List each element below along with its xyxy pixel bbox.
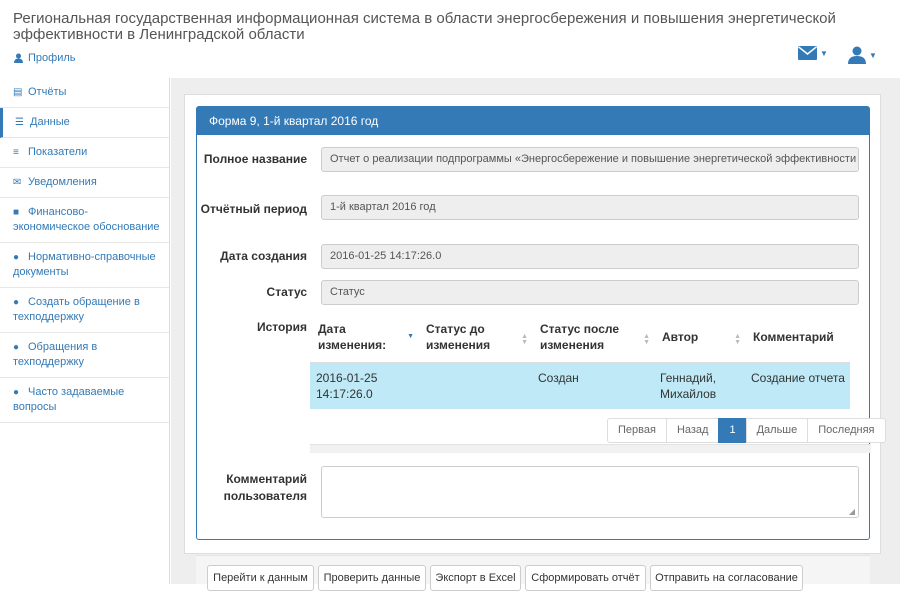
period-label: Отчётный период (200, 202, 307, 216)
table-row[interactable]: 2016-01-25 14:17:26.0 Создан Геннадий, М… (310, 363, 850, 409)
status-field[interactable]: Статус (321, 280, 859, 305)
period-field: 1-й квартал 2016 год (321, 195, 859, 220)
col-comment[interactable]: Комментарий (745, 312, 850, 364)
history-label: История (256, 320, 307, 334)
sort-icon: ▲ ▼ (734, 333, 741, 346)
user-icon (14, 53, 23, 63)
sidebar-item-indicators[interactable]: ≡ Показатели (0, 138, 169, 168)
action-button-bar: Перейти к данным Проверить данные Экспор… (196, 555, 870, 591)
report-form-panel: Форма 9, 1-й квартал 2016 год Полное наз… (196, 106, 886, 540)
sidebar-item-reports[interactable]: ▤ Отчёты (0, 78, 169, 108)
status-label: Статус (266, 285, 307, 299)
app-header: Региональная государственная информацион… (0, 0, 900, 78)
resize-grip-icon[interactable]: ◢ (849, 507, 855, 516)
sidebar-item-tickets[interactable]: ● Обращения в техподдержку (0, 333, 169, 378)
full-name-field: Отчет о реализации подпрограммы «Энергос… (321, 147, 859, 172)
sort-icon: ▲ ▼ (521, 333, 528, 346)
profile-link[interactable]: Профиль (14, 52, 76, 64)
user-icon (848, 46, 866, 64)
user-comment-textarea[interactable]: ◢ (321, 466, 859, 518)
cell-author: Геннадий, Михайлов (654, 363, 745, 409)
cell-comment: Создание отчета (745, 363, 850, 409)
col-status-before[interactable]: Статус до изменения ▲ ▼ (418, 312, 532, 364)
mail-menu-button[interactable]: ▼ (798, 46, 828, 60)
chevron-down-icon: ▼ (820, 48, 828, 58)
sidebar-item-normative-docs[interactable]: ● Нормативно-справочные документы (0, 243, 169, 288)
app-title: Региональная государственная информацион… (13, 10, 836, 43)
user-menu-button[interactable]: ▼ (848, 46, 877, 64)
check-data-button[interactable]: Проверить данные (318, 565, 426, 591)
profile-label: Профиль (28, 52, 76, 64)
col-author[interactable]: Автор ▲ ▼ (654, 312, 745, 364)
cell-status-before (418, 363, 532, 409)
user-comment-label: Комментарий пользователя (223, 472, 307, 503)
history-scrollbar[interactable] (310, 444, 871, 453)
col-date[interactable]: Дата изменения: ▼ (310, 312, 418, 364)
sliders-icon: ≡ (13, 147, 19, 158)
created-date-field: 2016-01-25 14:17:26.0 (321, 244, 859, 269)
cell-status-after: Создан (532, 363, 654, 409)
pager-last[interactable]: Последняя (807, 418, 886, 443)
pager-next[interactable]: Дальше (745, 418, 809, 443)
sort-icon: ▲ ▼ (643, 333, 650, 346)
envelope-icon: ✉ (13, 177, 22, 188)
export-excel-button[interactable]: Экспорт в Excel (430, 565, 521, 591)
send-approval-button[interactable]: Отправить на согласование (650, 565, 803, 591)
briefcase-icon: ■ (13, 207, 20, 218)
info-icon: ● (13, 252, 20, 263)
history-table: Дата изменения: ▼ Статус до изменения ▲ ▼ С… (310, 312, 850, 409)
sort-desc-icon: ▼ (407, 333, 414, 340)
pager-first[interactable]: Первая (607, 418, 667, 443)
history-table-wrapper: Дата изменения: ▼ Статус до изменения ▲ ▼ С… (310, 312, 861, 409)
sidebar: ▤ Отчёты ☰ Данные ≡ Показатели ✉ Уведомления… (0, 78, 170, 584)
envelope-icon (798, 46, 817, 60)
full-name-label: Полное название (203, 152, 307, 166)
build-report-button[interactable]: Сформировать отчёт (525, 565, 646, 591)
pagination: Первая Назад 1 Дальше Последняя (607, 418, 886, 443)
comments-icon: ● (13, 297, 20, 308)
sidebar-item-create-ticket[interactable]: ● Создать обращение в техподдержку (0, 288, 169, 333)
comments-icon: ● (13, 342, 20, 353)
created-date-label: Дата создания (220, 249, 307, 263)
pager-prev[interactable]: Назад (665, 418, 720, 443)
form-heading: Форма 9, 1-й квартал 2016 год (197, 107, 869, 135)
sidebar-item-faq[interactable]: ● Часто задаваемые вопросы (0, 378, 169, 423)
pager-current-page[interactable]: 1 (718, 418, 747, 443)
chevron-down-icon: ▼ (869, 50, 877, 60)
cell-date: 2016-01-25 14:17:26.0 (310, 363, 418, 409)
sidebar-item-financial[interactable]: ■ Финансово-экономическое обоснование (0, 198, 169, 243)
file-icon: ▤ (13, 87, 23, 98)
goto-data-button[interactable]: Перейти к данным (207, 565, 314, 591)
comments-icon: ● (13, 387, 20, 398)
sidebar-item-data[interactable]: ☰ Данные (0, 108, 169, 138)
col-status-after[interactable]: Статус после изменения ▲ ▼ (532, 312, 654, 364)
database-icon: ☰ (15, 117, 24, 128)
sidebar-item-notifications[interactable]: ✉ Уведомления (0, 168, 169, 198)
